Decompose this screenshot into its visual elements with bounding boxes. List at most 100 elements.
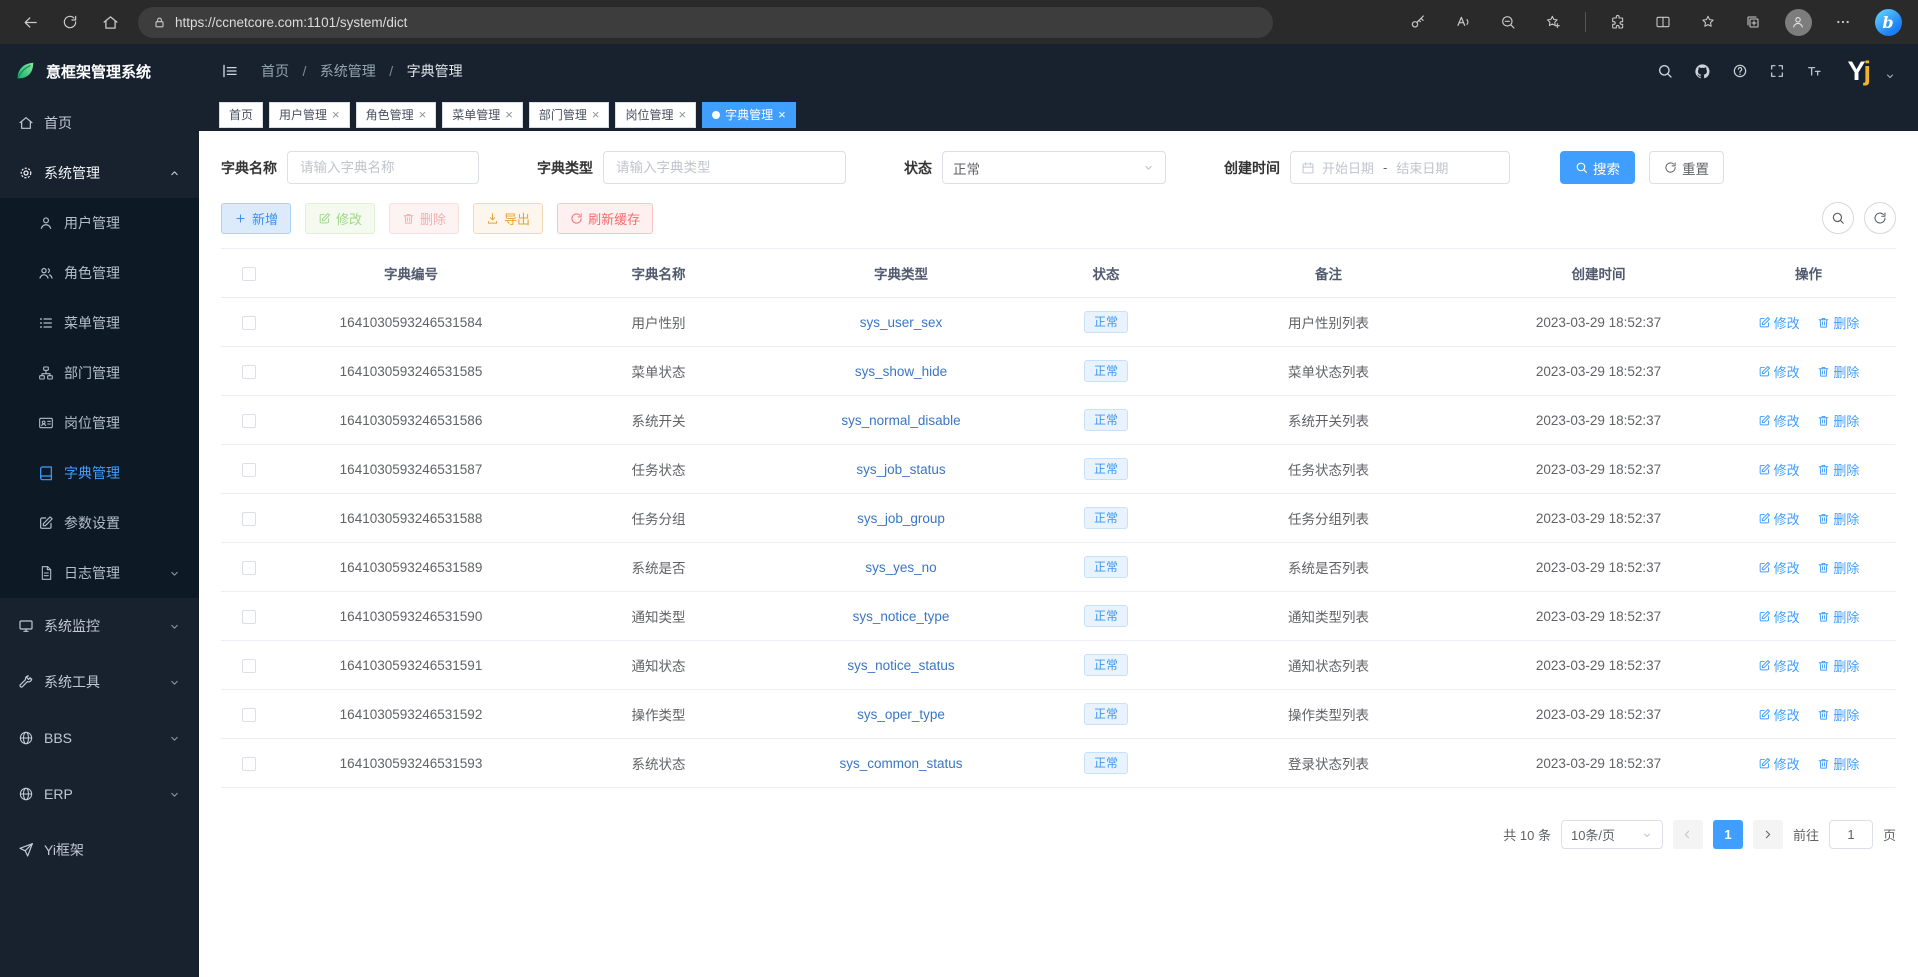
row-edit-link[interactable]: 修改 (1758, 411, 1800, 430)
goto-page-input[interactable] (1829, 820, 1873, 849)
refresh-table-button[interactable] (1864, 202, 1896, 234)
dict-type-link[interactable]: sys_oper_type (857, 707, 945, 722)
date-range-picker[interactable]: 开始日期 - 结束日期 (1290, 151, 1510, 184)
next-page-button[interactable] (1753, 820, 1783, 849)
tab-post-mgmt[interactable]: 岗位管理 (615, 102, 696, 128)
page-size-select[interactable]: 10条/页 (1561, 820, 1663, 849)
header-search-button[interactable] (1657, 63, 1673, 79)
export-button[interactable]: 导出 (473, 203, 543, 234)
tab-close-icon[interactable] (332, 108, 340, 121)
row-edit-link[interactable]: 修改 (1758, 705, 1800, 724)
row-edit-link[interactable]: 修改 (1758, 656, 1800, 675)
browser-profile-button[interactable] (1778, 5, 1818, 39)
user-avatar-logo[interactable]: Yj (1847, 56, 1869, 87)
sidebar-item-bbs[interactable]: BBS (0, 710, 199, 766)
tab-dict-mgmt[interactable]: 字典管理 (702, 102, 796, 128)
edit-button[interactable]: 修改 (305, 203, 375, 234)
sidebar-item-system-monitor[interactable]: 系统监控 (0, 598, 199, 654)
help-button[interactable] (1732, 63, 1748, 79)
row-checkbox[interactable] (242, 561, 256, 575)
dict-type-input[interactable] (603, 151, 846, 184)
favorites-button[interactable] (1688, 5, 1728, 39)
dict-type-link[interactable]: sys_show_hide (855, 364, 947, 379)
breadcrumb-home[interactable]: 首页 (261, 63, 289, 79)
row-checkbox[interactable] (242, 512, 256, 526)
avatar-dropdown-caret[interactable] (1884, 67, 1896, 85)
row-delete-link[interactable]: 删除 (1817, 411, 1859, 430)
row-delete-link[interactable]: 删除 (1817, 362, 1859, 381)
row-edit-link[interactable]: 修改 (1758, 558, 1800, 577)
reset-button[interactable]: 重置 (1649, 151, 1724, 184)
tab-menu-mgmt[interactable]: 菜单管理 (442, 102, 523, 128)
row-edit-link[interactable]: 修改 (1758, 362, 1800, 381)
row-delete-link[interactable]: 删除 (1817, 509, 1859, 528)
delete-button[interactable]: 删除 (389, 203, 459, 234)
extensions-button[interactable] (1598, 5, 1638, 39)
bing-chat-button[interactable] (1868, 5, 1908, 39)
fullscreen-button[interactable] (1769, 63, 1785, 79)
sidebar-item-home[interactable]: 首页 (0, 98, 199, 148)
font-size-button[interactable] (1806, 63, 1822, 79)
sidebar-collapse-button[interactable] (221, 62, 239, 80)
row-delete-link[interactable]: 删除 (1817, 607, 1859, 626)
add-favorite-button[interactable] (1533, 5, 1573, 39)
sidebar-item-role-mgmt[interactable]: 角色管理 (0, 248, 199, 298)
sidebar-item-yi-framework[interactable]: Yi框架 (0, 822, 199, 878)
row-checkbox[interactable] (242, 659, 256, 673)
sidebar-item-erp[interactable]: ERP (0, 766, 199, 822)
row-edit-link[interactable]: 修改 (1758, 509, 1800, 528)
dict-type-link[interactable]: sys_user_sex (860, 315, 943, 330)
tab-close-icon[interactable] (592, 108, 600, 121)
split-screen-button[interactable] (1643, 5, 1683, 39)
row-delete-link[interactable]: 删除 (1817, 460, 1859, 479)
dict-type-link[interactable]: sys_common_status (839, 756, 962, 771)
sidebar-item-dict-mgmt[interactable]: 字典管理 (0, 448, 199, 498)
dict-type-link[interactable]: sys_job_status (856, 462, 945, 477)
status-select[interactable]: 正常 (942, 151, 1166, 184)
row-edit-link[interactable]: 修改 (1758, 460, 1800, 479)
row-checkbox[interactable] (242, 316, 256, 330)
row-checkbox[interactable] (242, 365, 256, 379)
tab-close-icon[interactable] (419, 108, 427, 121)
dict-name-input[interactable] (287, 151, 479, 184)
browser-home-button[interactable] (90, 5, 130, 39)
tab-user-mgmt[interactable]: 用户管理 (269, 102, 350, 128)
read-aloud-button[interactable] (1443, 5, 1483, 39)
zoom-out-button[interactable] (1488, 5, 1528, 39)
sidebar-item-system-mgmt[interactable]: 系统管理 (0, 148, 199, 198)
dict-type-link[interactable]: sys_notice_status (847, 658, 954, 673)
sidebar-item-system-tools[interactable]: 系统工具 (0, 654, 199, 710)
row-edit-link[interactable]: 修改 (1758, 607, 1800, 626)
row-checkbox[interactable] (242, 463, 256, 477)
dict-type-link[interactable]: sys_yes_no (865, 560, 936, 575)
refresh-cache-button[interactable]: 刷新缓存 (557, 203, 653, 234)
dict-type-link[interactable]: sys_job_group (857, 511, 945, 526)
row-delete-link[interactable]: 删除 (1817, 656, 1859, 675)
breadcrumb-system-mgmt[interactable]: 系统管理 (320, 63, 376, 79)
toggle-search-button[interactable] (1822, 202, 1854, 234)
tab-dept-mgmt[interactable]: 部门管理 (529, 102, 610, 128)
search-button[interactable]: 搜索 (1560, 151, 1635, 184)
row-delete-link[interactable]: 删除 (1817, 754, 1859, 773)
row-checkbox[interactable] (242, 610, 256, 624)
tab-close-icon[interactable] (778, 108, 786, 121)
dict-type-link[interactable]: sys_normal_disable (841, 413, 960, 428)
github-link-button[interactable] (1694, 63, 1711, 80)
tab-home[interactable]: 首页 (219, 102, 263, 128)
row-checkbox[interactable] (242, 414, 256, 428)
row-delete-link[interactable]: 删除 (1817, 313, 1859, 332)
browser-refresh-button[interactable] (50, 5, 90, 39)
tab-role-mgmt[interactable]: 角色管理 (356, 102, 437, 128)
sidebar-item-param-settings[interactable]: 参数设置 (0, 498, 199, 548)
dict-type-link[interactable]: sys_notice_type (853, 609, 950, 624)
current-page-button[interactable]: 1 (1713, 820, 1743, 849)
sidebar-item-log-mgmt[interactable]: 日志管理 (0, 548, 199, 598)
tab-close-icon[interactable] (678, 108, 686, 121)
sidebar-item-post-mgmt[interactable]: 岗位管理 (0, 398, 199, 448)
tab-close-icon[interactable] (505, 108, 513, 121)
sidebar-item-user-mgmt[interactable]: 用户管理 (0, 198, 199, 248)
row-checkbox[interactable] (242, 757, 256, 771)
add-button[interactable]: 新增 (221, 203, 291, 234)
collections-button[interactable] (1733, 5, 1773, 39)
sidebar-item-menu-mgmt[interactable]: 菜单管理 (0, 298, 199, 348)
